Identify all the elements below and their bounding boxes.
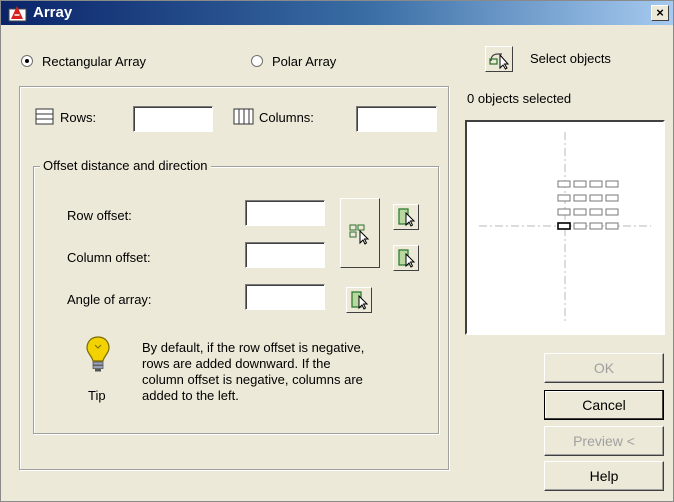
ok-button[interactable]: OK <box>544 353 664 383</box>
pick-column-offset-icon <box>398 249 416 268</box>
title-bar[interactable]: Array × <box>1 1 673 25</box>
select-objects-icon <box>489 53 510 70</box>
pick-angle-button[interactable] <box>346 287 372 313</box>
row-offset-label: Row offset: <box>67 208 132 223</box>
tip-lightbulb-icon <box>86 336 110 372</box>
window-title: Array <box>33 4 73 21</box>
pick-row-offset-icon <box>398 208 416 227</box>
pick-row-offset-button[interactable] <box>393 204 419 230</box>
offset-group-label: Offset distance and direction <box>40 158 211 173</box>
array-preview-pane <box>465 120 665 335</box>
pick-both-offsets-icon <box>349 224 370 245</box>
column-offset-label: Column offset: <box>67 250 151 265</box>
radio-selected-dot <box>25 59 29 63</box>
close-button[interactable]: × <box>651 5 669 21</box>
columns-label: Columns: <box>259 110 314 125</box>
row-offset-input[interactable] <box>245 200 325 226</box>
pick-both-offsets-button[interactable] <box>340 198 380 268</box>
help-button[interactable]: Help <box>544 461 664 491</box>
pick-column-offset-button[interactable] <box>393 245 419 271</box>
rectangular-array-label[interactable]: Rectangular Array <box>42 54 146 69</box>
array-dialog: Array × Rectangular Array Polar Array Se… <box>0 0 674 502</box>
preview-button[interactable]: Preview < <box>544 426 664 456</box>
column-offset-input[interactable] <box>245 242 325 268</box>
angle-label: Angle of array: <box>67 292 152 307</box>
select-objects-label: Select objects <box>530 51 611 66</box>
selection-status: 0 objects selected <box>467 91 572 106</box>
cancel-button[interactable]: Cancel <box>544 390 664 420</box>
angle-input[interactable] <box>245 284 325 310</box>
columns-icon <box>233 108 254 125</box>
close-icon: × <box>656 5 664 20</box>
tip-text-line-2: rows are added downward. If the <box>142 356 331 371</box>
tip-text-line-3: column offset is negative, columns are <box>142 372 363 387</box>
rectangular-array-radio[interactable] <box>21 55 33 67</box>
tip-text-line-1: By default, if the row offset is negativ… <box>142 340 365 355</box>
rows-input[interactable] <box>133 106 213 132</box>
pick-angle-icon <box>351 291 369 310</box>
tip-text-line-4: added to the left. <box>142 388 239 403</box>
app-icon <box>8 6 27 22</box>
array-preview-graphic <box>479 132 651 322</box>
rows-label: Rows: <box>60 110 97 125</box>
select-objects-button[interactable] <box>485 46 513 72</box>
polar-array-label[interactable]: Polar Array <box>272 54 336 69</box>
polar-array-radio[interactable] <box>251 55 263 67</box>
rows-icon <box>35 108 54 125</box>
tip-label: Tip <box>88 388 106 403</box>
columns-input[interactable] <box>356 106 437 132</box>
